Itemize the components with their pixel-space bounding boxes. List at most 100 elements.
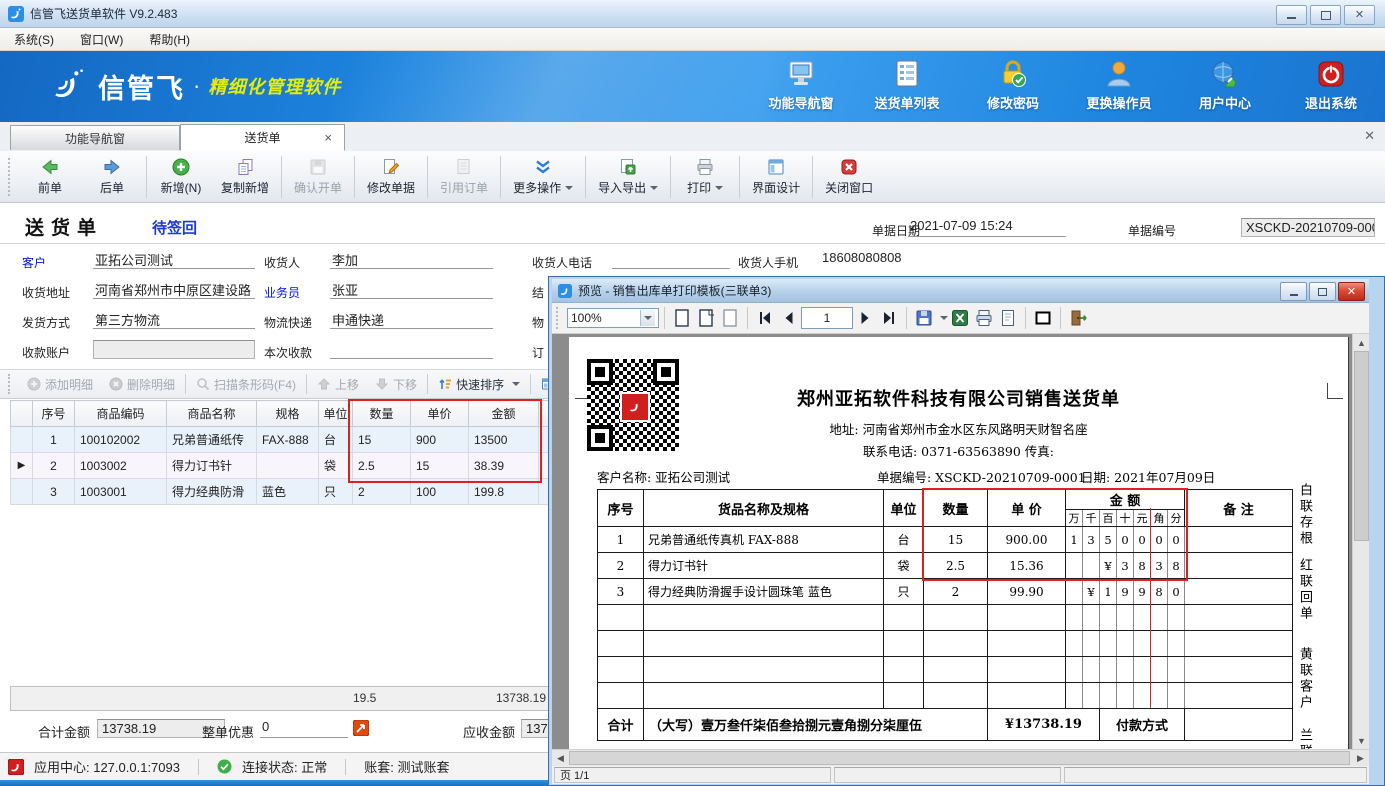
- arrow-up-icon: [317, 377, 331, 391]
- export-excel-button[interactable]: [948, 306, 972, 330]
- delivery-list-button[interactable]: 送货单列表: [867, 59, 947, 112]
- address-field[interactable]: 河南省郑州市中原区建设路: [93, 280, 255, 299]
- more-actions-button[interactable]: 更多操作: [504, 155, 582, 198]
- confirm-issue-button[interactable]: 确认开单: [285, 155, 351, 198]
- scan-barcode-button[interactable]: 扫描条形码(F4): [188, 376, 304, 393]
- add-new-button[interactable]: 新增(N): [150, 155, 212, 198]
- discount-field[interactable]: 0: [260, 719, 348, 738]
- minimize-button[interactable]: [1276, 5, 1307, 25]
- arrow-left-icon: [40, 157, 60, 177]
- ui-design-button[interactable]: 界面设计: [743, 155, 809, 198]
- payment-field[interactable]: [330, 340, 493, 359]
- nav-window-button[interactable]: 功能导航窗: [761, 59, 841, 112]
- copy-label-white: 白联存根: [1297, 483, 1314, 547]
- user-center-button[interactable]: 用户中心: [1185, 59, 1265, 112]
- close-window-button[interactable]: 关闭窗口: [816, 155, 882, 198]
- prev-page-button[interactable]: [777, 306, 801, 330]
- brand-dot: ·: [193, 73, 200, 99]
- dropdown-caret-icon[interactable]: [940, 316, 948, 320]
- add-line-button[interactable]: 添加明细: [19, 376, 101, 393]
- list-icon: [892, 59, 922, 89]
- scroll-right-icon[interactable]: ▶: [1352, 750, 1369, 766]
- receiver-phone-field[interactable]: [612, 250, 730, 269]
- maximize-button[interactable]: [1310, 5, 1341, 25]
- doc-status-badge: 待签回: [152, 217, 197, 238]
- salesman-field[interactable]: 张亚: [330, 280, 493, 299]
- print-phone: 联系电话: 0371-63563890 传真:: [569, 441, 1348, 460]
- tab-nav-window[interactable]: 功能导航窗: [10, 125, 180, 150]
- copy-new-button[interactable]: 复制新增: [212, 155, 278, 198]
- whole-page-button[interactable]: [670, 306, 694, 330]
- close-button[interactable]: ✕: [1344, 5, 1375, 25]
- exit-preview-button[interactable]: [1066, 306, 1090, 330]
- zoom-select[interactable]: 100%: [567, 308, 659, 328]
- tab-close-icon[interactable]: ×: [324, 130, 332, 145]
- page-width-button[interactable]: [694, 306, 718, 330]
- red-x-icon: [839, 157, 859, 177]
- discount-tool-icon[interactable]: [353, 720, 369, 736]
- preview-maximize-button[interactable]: [1309, 282, 1336, 301]
- prev-doc-button[interactable]: 前单: [19, 155, 81, 198]
- receiver-mobile-field[interactable]: 18608080808: [820, 250, 950, 269]
- margins-button[interactable]: [1031, 306, 1055, 330]
- page-number-input[interactable]: 1: [801, 307, 853, 329]
- ship-method-field[interactable]: 第三方物流: [93, 310, 255, 329]
- print-customer: 客户名称: 亚拓公司测试: [597, 467, 730, 486]
- preview-close-button[interactable]: ✕: [1338, 282, 1365, 301]
- doc-no-label: 单据编号: [1128, 222, 1176, 239]
- scroll-up-icon[interactable]: ▲: [1353, 334, 1369, 351]
- move-up-button[interactable]: 上移: [309, 376, 367, 393]
- exit-system-button[interactable]: 退出系统: [1291, 59, 1371, 112]
- arrow-right-icon: [102, 157, 122, 177]
- modify-doc-button[interactable]: 修改单据: [358, 155, 424, 198]
- customer-field[interactable]: 亚拓公司测试: [93, 250, 255, 269]
- status-panel: [834, 767, 1061, 783]
- import-export-button[interactable]: 导入导出: [589, 155, 667, 198]
- copy-label-red: 红联回单: [1297, 558, 1314, 622]
- change-password-button[interactable]: 修改密码: [973, 59, 1053, 112]
- next-doc-button[interactable]: 后单: [81, 155, 143, 198]
- last-page-button[interactable]: [877, 306, 901, 330]
- save-report-button[interactable]: [912, 306, 936, 330]
- hscroll-thumb[interactable]: [569, 751, 1350, 765]
- first-page-button[interactable]: [753, 306, 777, 330]
- print-row: 2 得力订书针 袋 2.5 15.36 ¥ 3 8 3: [598, 553, 1293, 579]
- printer-icon: [695, 157, 715, 177]
- scroll-down-icon[interactable]: ▼: [1353, 732, 1369, 749]
- move-down-button[interactable]: 下移: [367, 376, 425, 393]
- menu-system[interactable]: 系统(S): [14, 31, 54, 48]
- receiver-field[interactable]: 李加: [330, 250, 493, 269]
- account-field[interactable]: [93, 340, 255, 359]
- quick-sort-button[interactable]: 快速排序: [430, 376, 528, 393]
- ship-method-label: 发货方式: [22, 314, 70, 331]
- due-amount-label: 应收金额: [463, 722, 515, 741]
- tab-delivery-order[interactable]: 送货单 ×: [180, 124, 345, 151]
- refer-order-button[interactable]: 引用订单: [431, 155, 497, 198]
- delete-line-button[interactable]: 删除明细: [101, 376, 183, 393]
- tabstrip-close-icon[interactable]: ✕: [1364, 128, 1375, 144]
- actual-size-button[interactable]: [718, 306, 742, 330]
- logistics-label: 物流快递: [264, 314, 312, 331]
- next-page-button[interactable]: [853, 306, 877, 330]
- print-row: 1 兄弟普通纸传真机 FAX-888 台 15 900.00 1 3 5 0 0: [598, 527, 1293, 553]
- print-report-button[interactable]: [972, 306, 996, 330]
- vscroll-thumb[interactable]: [1354, 351, 1369, 541]
- sum-amount-label: 合计金额: [38, 722, 90, 741]
- printed-page: 郑州亚拓软件科技有限公司销售送货单 地址: 河南省郑州市金水区东风路明天财智名座…: [569, 337, 1349, 749]
- menu-window[interactable]: 窗口(W): [80, 31, 123, 48]
- power-icon: [1316, 59, 1346, 89]
- logistics-field[interactable]: 申通快递: [330, 310, 493, 329]
- switch-operator-button[interactable]: 更换操作员: [1079, 59, 1159, 112]
- preview-minimize-button[interactable]: [1280, 282, 1307, 301]
- app-center-logo-icon: [8, 759, 24, 775]
- lock-icon: [998, 59, 1028, 89]
- menu-help[interactable]: 帮助(H): [149, 31, 190, 48]
- preview-hscrollbar[interactable]: ◀ ▶: [552, 749, 1369, 766]
- preview-vscrollbar[interactable]: ▲ ▼: [1352, 334, 1369, 749]
- brand-slogan: 精细化管理软件: [208, 73, 341, 99]
- print-button[interactable]: 打印: [674, 155, 736, 198]
- order-partial-label: 订: [532, 344, 544, 361]
- page-setup-button[interactable]: [996, 306, 1020, 330]
- scroll-left-icon[interactable]: ◀: [552, 750, 569, 766]
- date-value[interactable]: 2021-07-09 15:24: [908, 218, 1066, 237]
